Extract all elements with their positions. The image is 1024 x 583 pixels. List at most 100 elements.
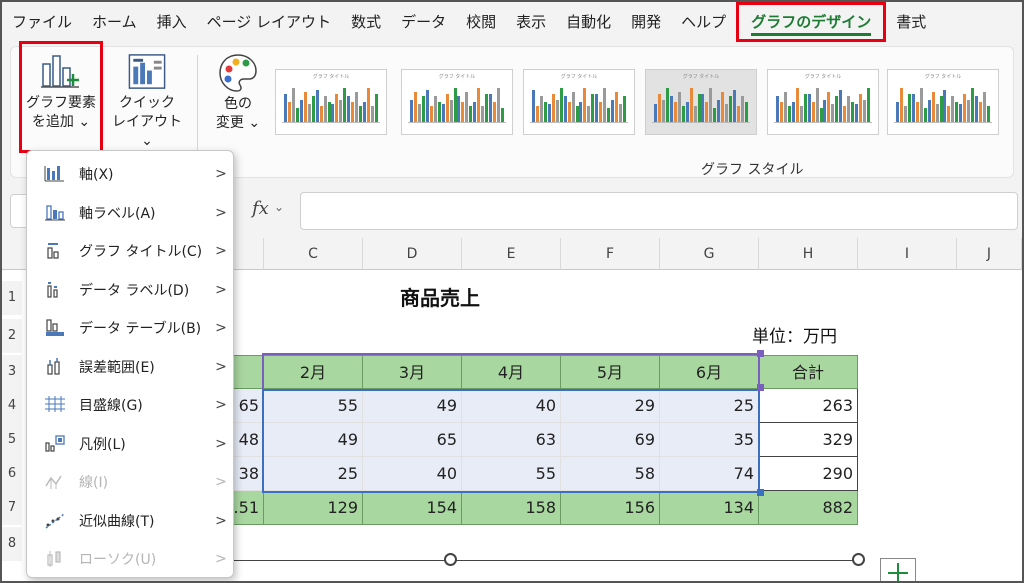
chart-style-thumb-3[interactable]: グラフ タイトル [523, 69, 635, 135]
data-cell-r3-c4[interactable]: 58 [561, 457, 660, 491]
total-cell-grand[interactable]: 882 [759, 491, 858, 525]
formula-input[interactable] [300, 192, 1018, 230]
column-header-d[interactable]: D [363, 238, 462, 270]
data-cell-r2-c1[interactable]: 49 [264, 423, 363, 457]
menu-item-trendline[interactable]: 近似曲線(T) > [27, 502, 233, 540]
add-chart-element-menu: 軸(X) > 軸ラベル(A) > グラフ タイトル(C) > データ ラベル(D) > データ … [26, 150, 234, 578]
header-cell-apr[interactable]: 4月 [462, 355, 561, 389]
tab-formulas[interactable]: 数式 [341, 2, 391, 42]
tab-data[interactable]: データ [391, 2, 456, 42]
column-header-i[interactable]: I [858, 238, 957, 270]
data-cell-b-2[interactable]: 48 [230, 423, 264, 457]
header-cell-total[interactable]: 合計 [759, 355, 858, 389]
menu-item-axis-label[interactable]: 軸ラベル(A) > [27, 194, 233, 232]
add-chart-element-button[interactable]: グラフ要素 を追加 ⌄ [19, 41, 103, 153]
column-header-j[interactable]: J [957, 238, 1022, 270]
tab-page-layout[interactable]: ページ レイアウト [197, 2, 341, 42]
tab-format[interactable]: 書式 [886, 2, 936, 42]
tab-review[interactable]: 校閲 [456, 2, 506, 42]
row-total-cell-3[interactable]: 290 [759, 457, 858, 491]
data-cell-r1-c2[interactable]: 49 [363, 389, 462, 423]
data-cell-b-1[interactable]: 65 [230, 389, 264, 423]
menu-item-chart-title[interactable]: グラフ タイトル(C) > [27, 232, 233, 270]
menu-item-gridlines[interactable]: 目盛線(G) > [27, 386, 233, 424]
row-header-7[interactable]: 7 [2, 491, 22, 525]
data-cell-r1-c1[interactable]: 55 [264, 389, 363, 423]
total-cell-mar[interactable]: 154 [363, 491, 462, 525]
data-cell-r2-c3[interactable]: 63 [462, 423, 561, 457]
menu-item-error-bars[interactable]: 誤差範囲(E) > [27, 348, 233, 386]
chart-style-thumb-2[interactable]: グラフ タイトル [401, 69, 513, 135]
header-cell-feb[interactable]: 2月 [264, 355, 363, 389]
chart-style-thumb-1[interactable]: グラフ タイトル [275, 69, 387, 135]
data-label-icon [41, 279, 69, 301]
data-cell-r3-c5[interactable]: 74 [660, 457, 759, 491]
tab-chart-design[interactable]: グラフのデザイン [736, 2, 887, 42]
range-handle-top-right[interactable] [757, 350, 764, 357]
row-header-6[interactable]: 6 [2, 457, 22, 491]
header-cell-may[interactable]: 5月 [561, 355, 660, 389]
change-colors-button[interactable]: 色の 変更 ⌄ [207, 51, 269, 151]
range-handle-bottom-right[interactable] [757, 489, 764, 496]
total-cell-b[interactable]: .51 [230, 491, 264, 525]
data-cell-r3-c3[interactable]: 55 [462, 457, 561, 491]
chart-style-thumb-4[interactable]: グラフ タイトル [645, 69, 757, 135]
chart-style-thumb-6[interactable]: グラフ タイトル [887, 69, 999, 135]
menu-item-label: 凡例(L) [79, 436, 126, 453]
submenu-arrow-icon: > [215, 281, 227, 298]
column-header-h[interactable]: H [759, 238, 858, 270]
data-cell-r1-c4[interactable]: 29 [561, 389, 660, 423]
row-header-3[interactable]: 3 [2, 355, 22, 389]
formula-chevron-icon[interactable]: ⌄ [274, 200, 284, 214]
header-cell-b[interactable] [230, 355, 264, 389]
unit-label[interactable]: 単位：万円 [752, 322, 837, 347]
row-header-2[interactable]: 2 [2, 319, 22, 353]
column-header-e[interactable]: E [462, 238, 561, 270]
range-handle-mid-right[interactable] [757, 384, 764, 391]
data-cell-r1-c5[interactable]: 25 [660, 389, 759, 423]
lines-icon [41, 471, 69, 493]
row-header-5[interactable]: 5 [2, 423, 22, 457]
header-cell-mar[interactable]: 3月 [363, 355, 462, 389]
row-header-1[interactable]: 1 [2, 281, 22, 315]
tab-insert[interactable]: 挿入 [147, 2, 197, 42]
total-cell-may[interactable]: 156 [561, 491, 660, 525]
total-cell-apr[interactable]: 158 [462, 491, 561, 525]
tab-view[interactable]: 表示 [506, 2, 556, 42]
insert-function-icon[interactable]: fx [252, 198, 269, 219]
tab-help[interactable]: ヘルプ [671, 2, 736, 42]
total-cell-feb[interactable]: 129 [264, 491, 363, 525]
data-cell-r3-c2[interactable]: 40 [363, 457, 462, 491]
data-cell-r3-c1[interactable]: 25 [264, 457, 363, 491]
row-total-cell-1[interactable]: 263 [759, 389, 858, 423]
tab-developer[interactable]: 開発 [621, 2, 671, 42]
chart-handle-mid[interactable] [444, 553, 457, 566]
header-cell-jun[interactable]: 6月 [660, 355, 759, 389]
submenu-arrow-icon: > [215, 243, 227, 259]
column-header-g[interactable]: G [660, 238, 759, 270]
data-cell-r1-c3[interactable]: 40 [462, 389, 561, 423]
tab-home[interactable]: ホーム [82, 2, 147, 42]
chart-style-thumb-5[interactable]: グラフ タイトル [767, 69, 879, 135]
quick-layout-button[interactable]: クイック レイアウト ⌄ [107, 51, 187, 151]
data-cell-r2-c2[interactable]: 65 [363, 423, 462, 457]
total-cell-jun[interactable]: 134 [660, 491, 759, 525]
row-total-cell-2[interactable]: 329 [759, 423, 858, 457]
menu-item-axis[interactable]: 軸(X) > [27, 155, 233, 193]
tab-automate[interactable]: 自動化 [556, 2, 621, 42]
menu-item-data-table[interactable]: データ テーブル(B) > [27, 309, 233, 347]
data-cell-b-3[interactable]: 38 [230, 457, 264, 491]
sheet-title[interactable]: 商品売上 [400, 282, 480, 311]
row-header-4[interactable]: 4 [2, 389, 22, 423]
chart-elements-shortcut[interactable] [880, 558, 916, 583]
column-header-f[interactable]: F [561, 238, 660, 270]
tab-file[interactable]: ファイル [2, 2, 82, 42]
row-header-8[interactable]: 8 [2, 527, 22, 561]
chart-handle-right[interactable] [852, 553, 865, 566]
menu-item-label: データ ラベル(D) [79, 282, 190, 299]
menu-item-data-label[interactable]: データ ラベル(D) > [27, 271, 233, 309]
column-header-c[interactable]: C [264, 238, 363, 270]
data-cell-r2-c5[interactable]: 35 [660, 423, 759, 457]
menu-item-legend[interactable]: 凡例(L) > [27, 425, 233, 463]
data-cell-r2-c4[interactable]: 69 [561, 423, 660, 457]
